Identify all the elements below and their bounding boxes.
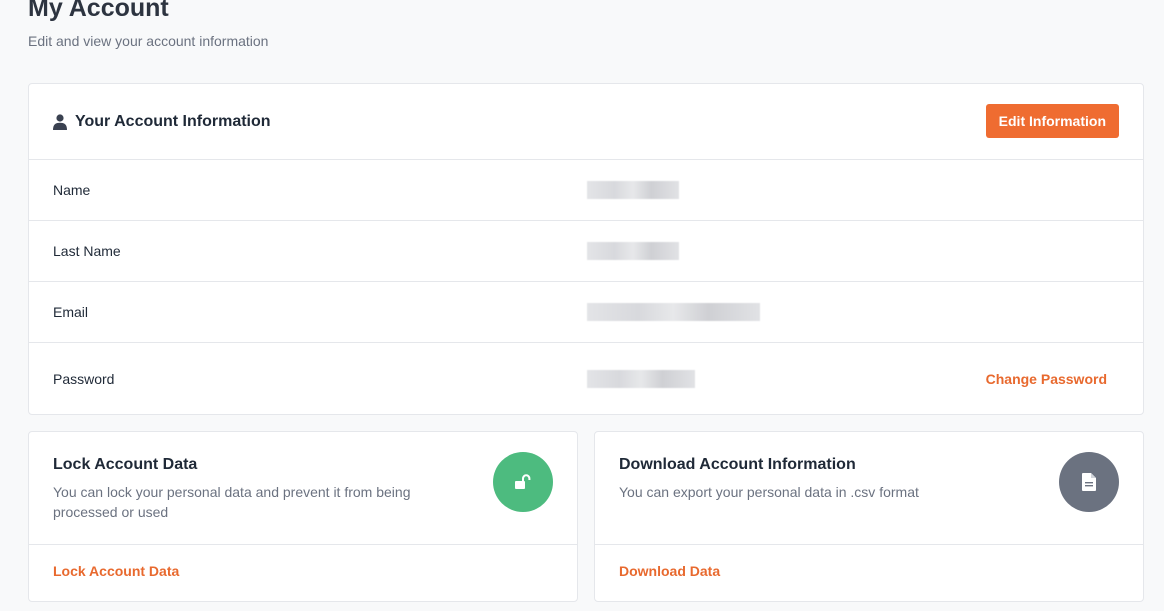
account-info-header: Your Account Information Edit Informatio… [29, 84, 1143, 160]
user-icon [53, 113, 67, 130]
info-row-name: Name [29, 160, 1143, 221]
row-label-email: Email [53, 304, 89, 320]
lock-account-card: Lock Account Data You can lock your pers… [28, 431, 578, 602]
row-label-password: Password [53, 371, 115, 387]
download-card-title: Download Account Information [619, 456, 856, 473]
document-icon [1082, 473, 1096, 491]
redacted-value [587, 242, 679, 260]
lock-card-description: You can lock your personal data and prev… [53, 484, 411, 520]
redacted-value [587, 303, 760, 321]
row-label-last-name: Last Name [53, 243, 121, 259]
redacted-value [587, 370, 695, 388]
download-card-body: Download Account Information You can exp… [595, 432, 1143, 545]
download-data-link[interactable]: Download Data [595, 545, 1143, 597]
row-label-name: Name [53, 182, 91, 198]
redacted-value [587, 181, 679, 199]
account-info-card: Your Account Information Edit Informatio… [28, 83, 1144, 415]
lock-account-link[interactable]: Lock Account Data [29, 545, 577, 597]
lock-card-title: Lock Account Data [53, 456, 198, 473]
info-row-password: Password Change Password [29, 343, 1143, 415]
unlock-icon [515, 474, 531, 489]
info-row-email: Email [29, 282, 1143, 343]
lock-card-body: Lock Account Data You can lock your pers… [29, 432, 577, 545]
edit-information-button[interactable]: Edit Information [985, 104, 1119, 138]
info-row-last-name: Last Name [29, 221, 1143, 282]
download-card-description: You can export your personal data in .cs… [619, 484, 919, 500]
document-icon-circle [1059, 452, 1119, 512]
change-password-link[interactable]: Change Password [986, 371, 1107, 387]
page-subtitle: Edit and view your account information [28, 33, 269, 49]
lock-icon-circle [493, 452, 553, 512]
account-info-title: Your Account Information [75, 112, 271, 130]
download-account-card: Download Account Information You can exp… [594, 431, 1144, 602]
page-title: My Account [28, 0, 169, 22]
